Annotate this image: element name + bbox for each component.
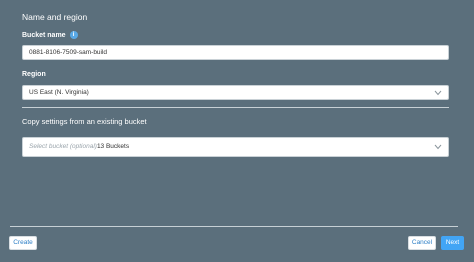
bucket-name-label: Bucket name i — [22, 31, 78, 39]
create-button[interactable]: Create — [9, 236, 37, 250]
region-selected-value: US East (N. Virginia) — [29, 89, 89, 96]
region-select[interactable]: US East (N. Virginia) — [22, 85, 449, 100]
bucket-name-label-text: Bucket name — [22, 31, 66, 39]
region-label: Region — [22, 71, 46, 78]
next-button[interactable]: Next — [441, 236, 464, 250]
chevron-down-icon — [434, 90, 442, 95]
cancel-button[interactable]: Cancel — [408, 236, 436, 250]
page-title: Name and region — [22, 12, 88, 22]
bucket-count: 13 Buckets — [96, 143, 130, 150]
info-icon[interactable]: i — [69, 31, 78, 39]
copy-settings-title: Copy settings from an existing bucket — [22, 117, 147, 126]
region-divider — [22, 107, 449, 108]
copy-settings-select[interactable]: Select bucket (optional)13 Buckets — [22, 137, 449, 157]
chevron-down-icon — [434, 144, 442, 150]
bucket-name-input[interactable]: 0881-8106-7509-sam-build — [22, 45, 449, 60]
copy-settings-placeholder: Select bucket (optional) — [29, 143, 97, 150]
footer-divider — [10, 226, 458, 227]
